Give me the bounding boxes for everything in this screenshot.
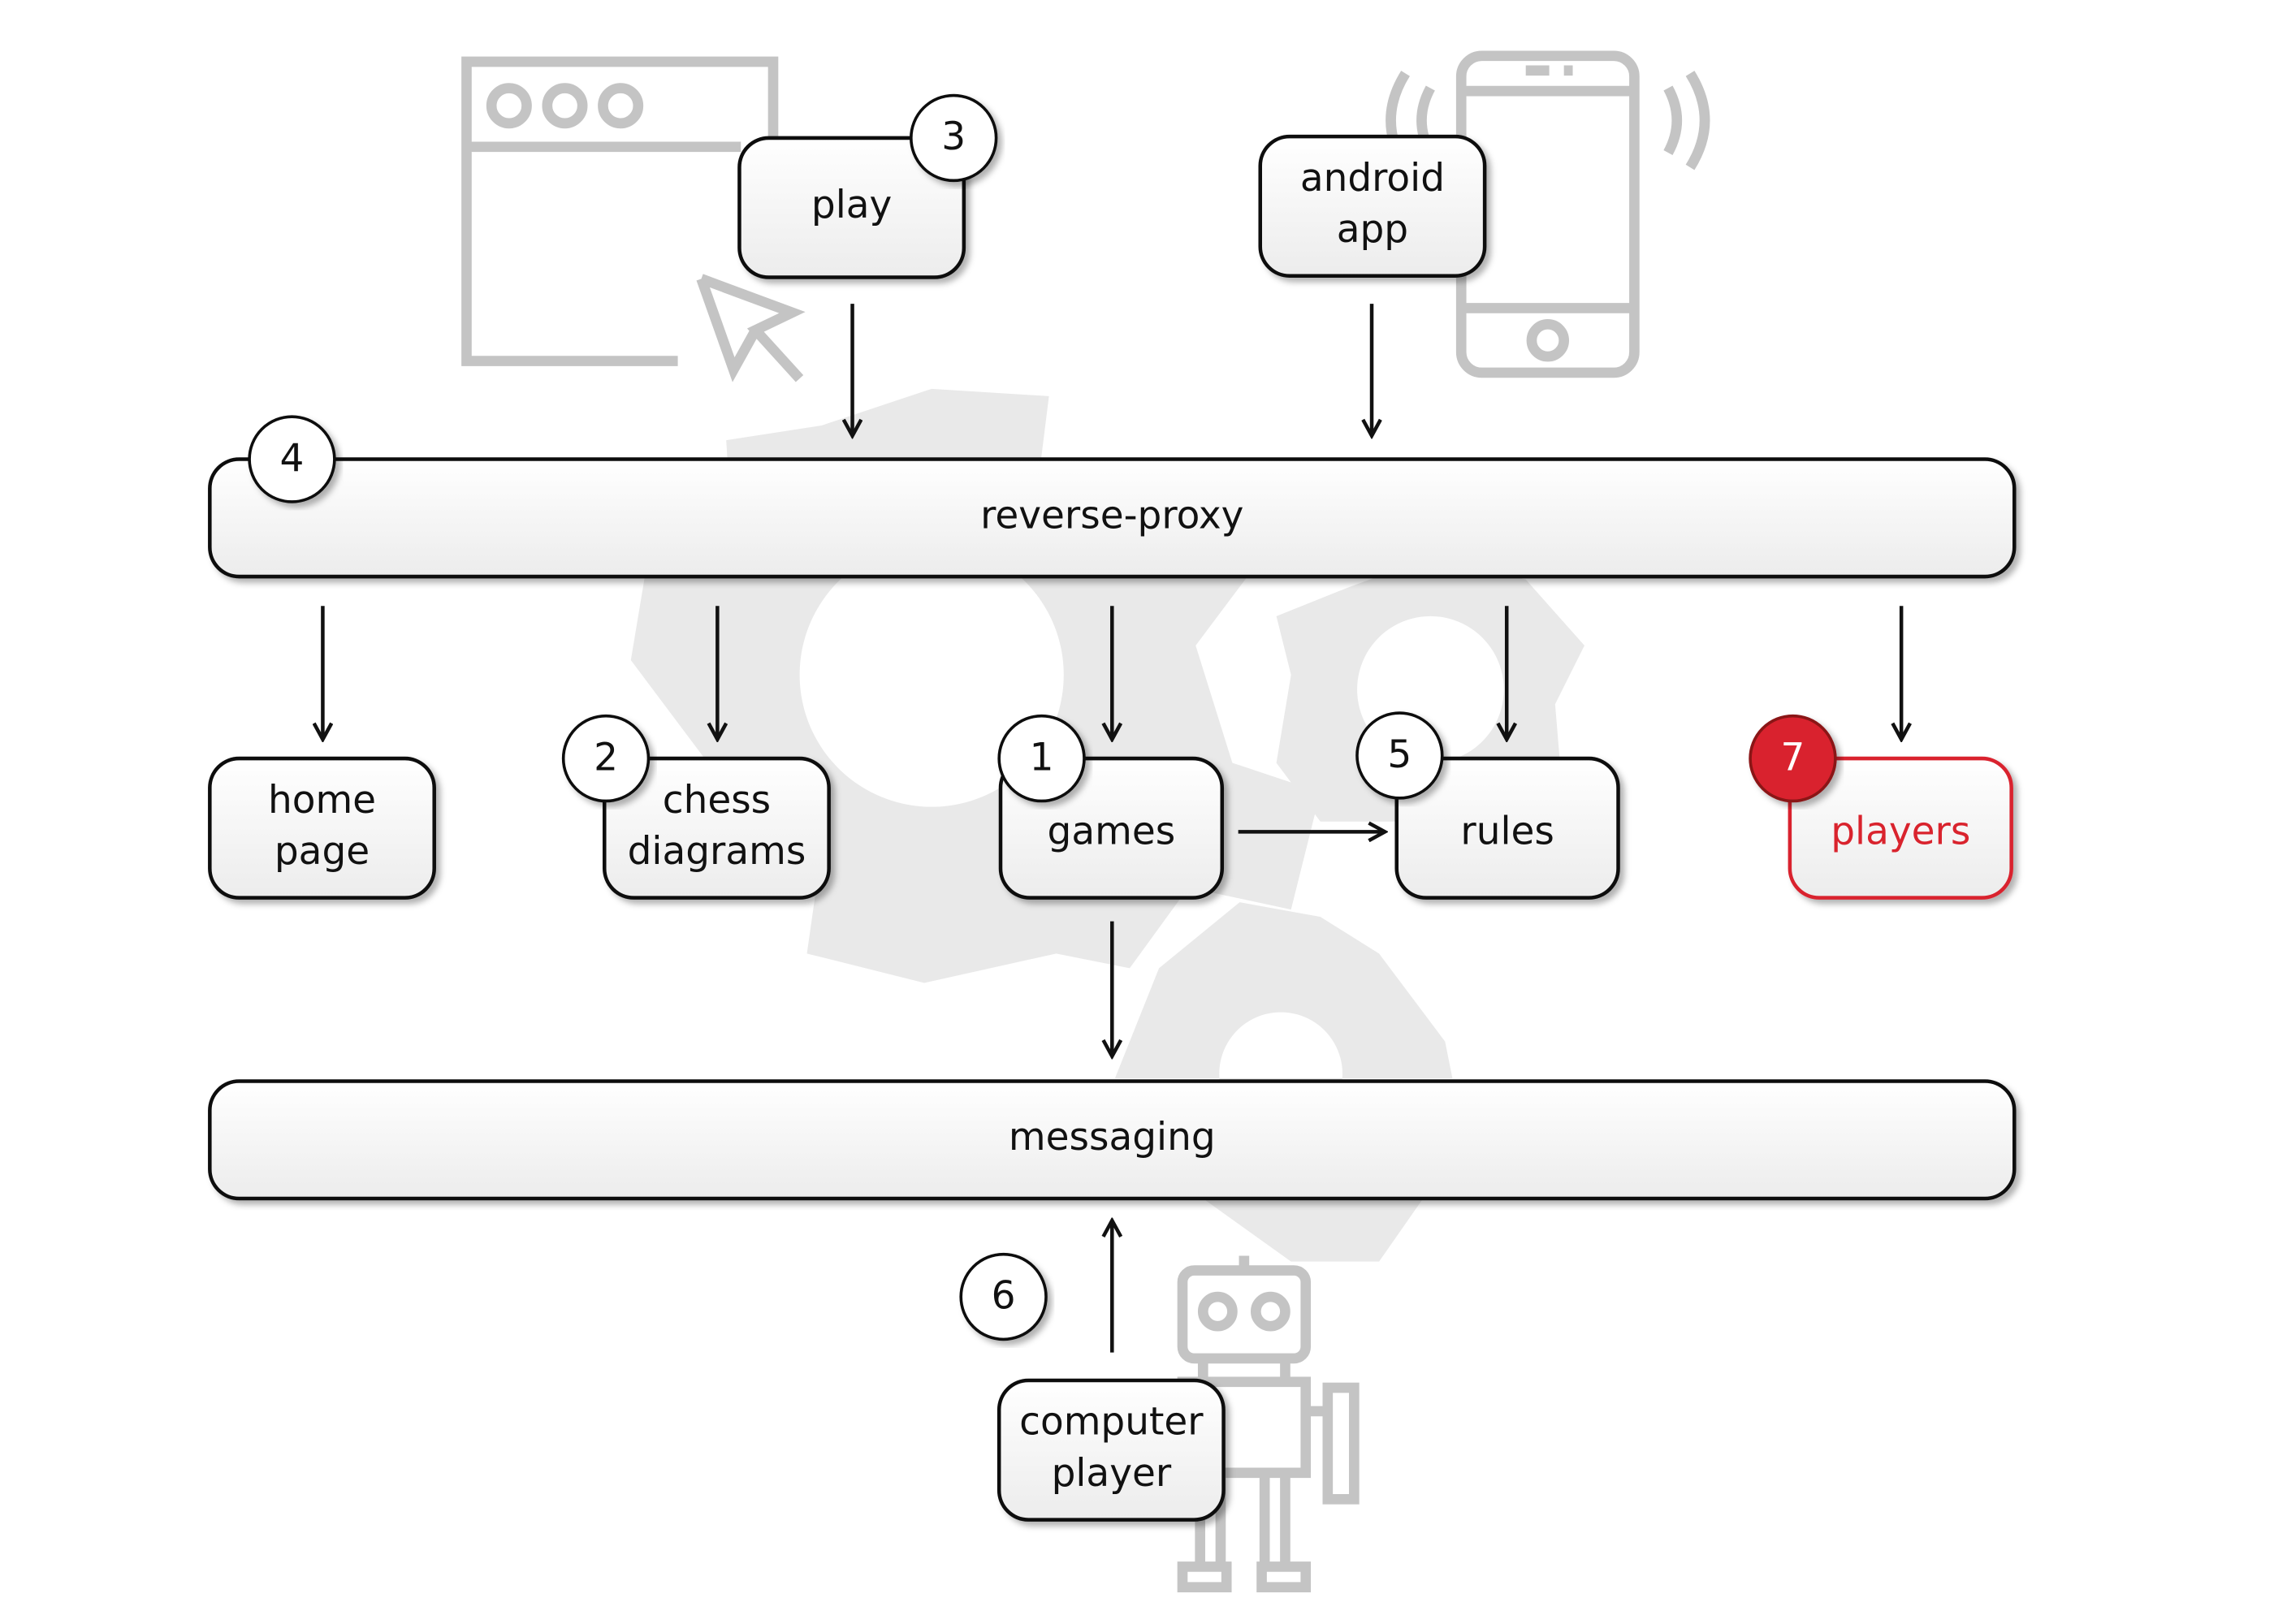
- step-badge: 7: [1749, 714, 1837, 803]
- badge-number: 5: [1387, 732, 1412, 777]
- node-players: players 7: [1749, 714, 2013, 900]
- step-badge: 5: [1355, 711, 1444, 800]
- step-badge: 3: [910, 93, 998, 183]
- cursor-icon: [696, 274, 806, 382]
- node-label: players: [1831, 810, 1970, 854]
- node-label: computer: [1019, 1400, 1204, 1445]
- node-label: player: [1052, 1451, 1172, 1496]
- badge-number: 7: [1781, 735, 1805, 780]
- badge-number: 2: [594, 735, 618, 780]
- badge-number: 3: [941, 114, 966, 159]
- node-label: android: [1300, 156, 1445, 201]
- node-label: messaging: [1009, 1115, 1216, 1160]
- step-badge: 1: [997, 714, 1086, 803]
- node-label: home: [268, 778, 376, 823]
- node-label: reverse-proxy: [980, 493, 1243, 538]
- node-reverse-proxy: reverse-proxy 4: [208, 415, 2017, 579]
- badge-number: 6: [992, 1273, 1016, 1318]
- node-label: app: [1337, 207, 1408, 252]
- node-label: page: [275, 829, 370, 874]
- node-label: chess: [663, 778, 771, 823]
- node-label: games: [1048, 810, 1176, 854]
- architecture-diagram: play 3 android app reverse-proxy 4 home page che…: [208, 50, 2017, 1593]
- browser-window-icon: [461, 56, 779, 366]
- node-home: home page: [208, 756, 436, 900]
- node-android: android app: [1258, 134, 1487, 278]
- node-label: rules: [1460, 810, 1554, 854]
- step-badge: 6: [959, 1252, 1048, 1341]
- node-label: play: [811, 183, 892, 227]
- step-badge: 4: [248, 415, 336, 503]
- badge-number: 4: [280, 436, 305, 481]
- node-label: diagrams: [628, 829, 806, 874]
- node-messaging: messaging: [208, 1079, 2017, 1201]
- step-badge: 2: [561, 714, 651, 803]
- badge-number: 1: [1030, 735, 1054, 780]
